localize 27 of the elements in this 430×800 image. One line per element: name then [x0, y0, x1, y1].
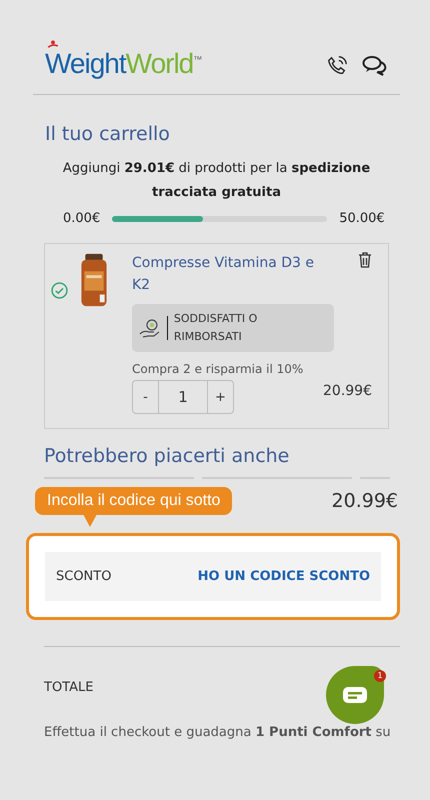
check-icon[interactable] — [51, 282, 68, 299]
message-icon — [342, 686, 368, 704]
shipping-message: Aggiungi 29.01€ di prodotti per la spedizione tracciata gratuita — [62, 160, 372, 202]
total-label: TOTALE — [44, 680, 94, 694]
progress-max: 50.00€ — [339, 211, 385, 226]
offer-text: Compra 2 e risparmia il 10% — [132, 362, 304, 376]
phone-icon[interactable] — [326, 55, 348, 77]
cart-title: Il tuo carrello — [45, 123, 171, 145]
product-name[interactable]: Compresse Vitamina D3 e K2 — [132, 252, 332, 296]
points-message: Effettua il checkout e guadagna 1 Punti Comfort su — [44, 725, 392, 740]
discount-code-link[interactable]: HO UN CODICE SCONTO — [198, 569, 370, 584]
increment-button[interactable]: + — [208, 381, 233, 413]
trash-icon[interactable] — [358, 252, 372, 268]
guarantee-text: SODDISFATTI O RIMBORSATI — [174, 311, 258, 345]
logo[interactable]: WeightWorld$^{™}$ — [45, 40, 202, 80]
progress-min: 0.00€ — [63, 211, 100, 226]
chat-button[interactable]: 1 — [326, 666, 384, 724]
tooltip-pointer — [83, 514, 97, 527]
notification-badge: 1 — [374, 670, 386, 682]
discount-label: SCONTO — [56, 569, 112, 584]
recommendation-price: 20.99€ — [332, 490, 398, 512]
hand-coin-icon — [138, 316, 168, 340]
decrement-button[interactable]: - — [133, 381, 158, 413]
chat-icon[interactable] — [362, 55, 388, 77]
quantity-field[interactable]: 1 — [158, 381, 208, 413]
item-price: 20.99€ — [323, 383, 372, 399]
recommendations-title: Potrebbero piacerti anche — [44, 445, 290, 467]
